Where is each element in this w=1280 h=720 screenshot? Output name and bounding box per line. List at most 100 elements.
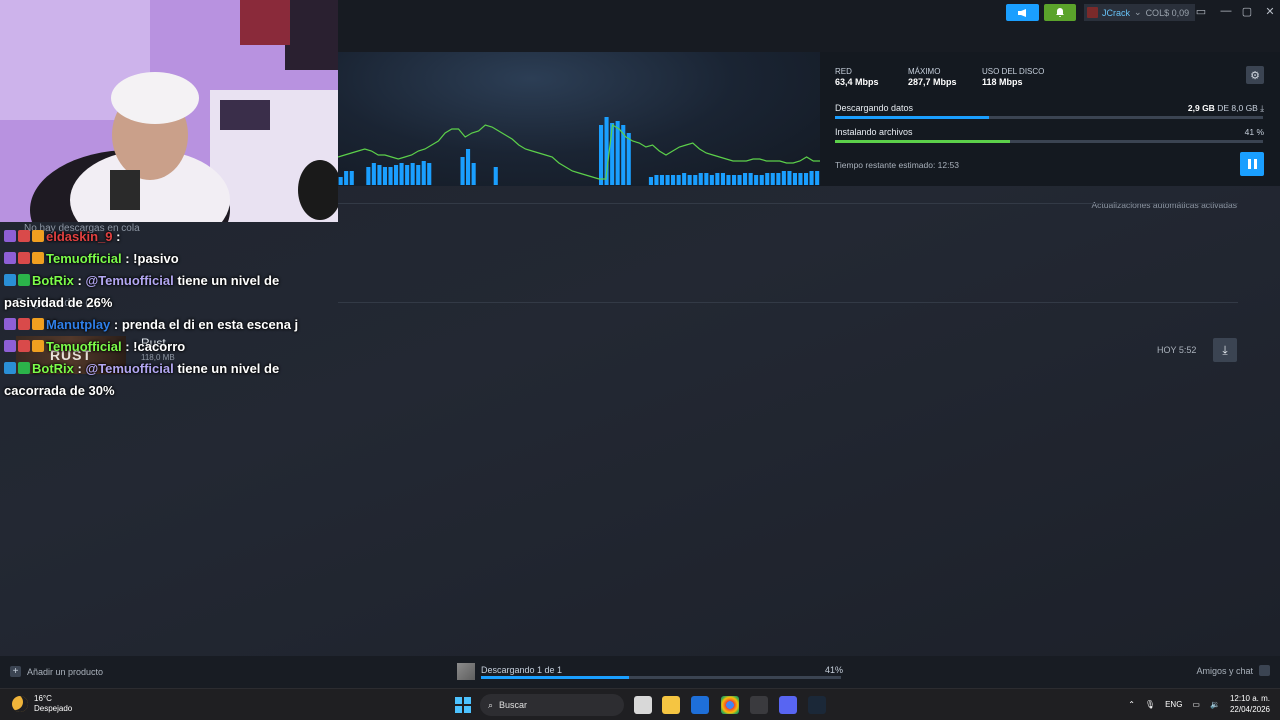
chat-badge-icon [18,362,30,374]
avatar [1087,7,1098,18]
start-button[interactable] [455,697,471,713]
bandwidth-chart [338,117,820,185]
announcements-button[interactable] [1006,4,1039,21]
task-view-icon[interactable] [634,696,652,714]
windows-logo-icon [455,706,462,713]
download-progress-track [481,676,841,679]
microphone-icon[interactable]: 🎙 [1145,700,1155,709]
chat-username: Manutplay [46,317,111,332]
chat-text: prenda el di en esta escena j [121,317,299,332]
chevron-up-icon[interactable]: ⌃ [1128,700,1135,709]
total-size: 8,0 GB [1231,103,1258,113]
chat-badge-icon [4,318,16,330]
downloaded-of: DE [1217,103,1230,113]
disk-stat: USO DEL DISCO 118 Mbps [982,66,1044,88]
downloading-fill [835,116,990,119]
network-bar [737,175,742,185]
add-product-button[interactable]: + Añadir un producto [10,666,103,677]
network-bar [399,163,404,185]
search-label: Buscar [499,700,528,710]
chat-message: BotRix : @Temuofficial tiene un nivel de… [4,361,280,398]
chat-badge-icon [18,274,30,286]
network-bar [815,171,820,185]
chat-badge-icon [4,362,16,374]
close-button[interactable]: ✕ [1262,5,1278,18]
installing-label: Instalando archivos [835,127,913,137]
chat-badge-icon [4,230,16,242]
network-icon[interactable]: ▭ [1192,700,1200,709]
search-icon: ⌕ [488,699,494,710]
network-bar [804,173,809,185]
taskbar-search[interactable]: ⌕ Buscar [480,694,624,716]
network-value: 63,4 Mbps [835,77,879,87]
network-bar [344,171,349,185]
chat-message: Temuofficial : !cacorro [4,336,304,358]
network-bar [770,173,775,185]
discord-icon[interactable] [779,696,797,714]
chat-mention: @Temuofficial [85,361,178,376]
download-status[interactable]: Descargando 1 de 1 [481,665,562,675]
big-picture-icon[interactable]: ▭ [1193,5,1209,18]
clock[interactable]: 12:10 a. m. 22/04/2026 [1230,693,1270,715]
network-bar [471,163,476,185]
chat-message: eldaskin_9 : [4,226,304,248]
friends-chat-button[interactable]: Amigos y chat [1196,665,1270,676]
peak-label: MÁXIMO [908,67,941,76]
weather-condition: Despejado [34,704,73,713]
network-bar [732,175,737,185]
friends-label: Amigos y chat [1196,665,1253,676]
temperature: 16°C [34,694,52,703]
network-bar [704,173,709,185]
gear-icon: ⚙ [1250,69,1260,82]
rust-scheduled-time: HOY 5:52 [1157,345,1197,355]
downloading-amount: 2,9 GB DE 8,0 GB ⤓ [1188,103,1264,114]
downloading-track [835,116,1263,119]
network-bar [460,157,465,185]
network-bar [682,173,687,185]
chat-badge-icon [4,340,16,352]
steam-icon[interactable] [808,696,826,714]
obs-icon[interactable] [750,696,768,714]
file-explorer-icon[interactable] [662,696,680,714]
chrome-icon[interactable] [721,696,739,714]
network-bar [792,173,797,185]
eta-text: Tiempo restante estimado: 12:53 [835,160,959,170]
download-thumbnail[interactable] [457,663,475,680]
network-bar [654,175,659,185]
stream-chat-overlay: eldaskin_9 : Temuofficial : !pasivo BotRi… [4,226,304,402]
language-indicator[interactable]: ENG [1165,700,1182,709]
network-bar [338,177,343,185]
download-graph [338,52,820,186]
network-bar [709,175,714,185]
minimize-button[interactable]: — [1218,5,1234,17]
divider [338,203,1238,204]
network-bar [726,175,731,185]
chat-badge-icon [32,340,44,352]
volume-icon[interactable]: 🔉 [1210,700,1220,709]
download-stats-panel: RED 63,4 Mbps MÁXIMO 287,7 Mbps USO DEL … [820,52,1280,186]
peak-stat: MÁXIMO 287,7 Mbps [908,66,957,88]
rust-download-button[interactable]: ⤓ [1213,338,1237,362]
chat-badge-icon [32,318,44,330]
bell-icon [1056,8,1064,17]
chat-username: BotRix [32,273,74,288]
chat-icon [1259,665,1270,676]
pause-button[interactable] [1240,152,1264,176]
chat-badge-icon [18,340,30,352]
peak-value: 287,7 Mbps [908,77,957,87]
account-menu[interactable]: JCrack ⌄ COL$ 0,09 [1084,4,1196,21]
megaphone-icon [1017,8,1026,17]
mail-icon[interactable] [691,696,709,714]
weather-widget[interactable]: 16°C Despejado [12,694,72,714]
notifications-button[interactable] [1044,4,1076,21]
download-progress-fill [481,676,629,679]
chat-username: BotRix [32,361,74,376]
network-bar [776,173,781,185]
chat-badge-icon [4,274,16,286]
download-arrow-icon: ⤓ [1260,103,1264,113]
disk-label: USO DEL DISCO [982,67,1045,76]
maximize-button[interactable]: ▢ [1239,5,1255,18]
download-settings-button[interactable]: ⚙ [1246,66,1264,84]
weather-text: 16°C Despejado [34,694,72,714]
time: 12:10 a. m. [1229,694,1270,703]
